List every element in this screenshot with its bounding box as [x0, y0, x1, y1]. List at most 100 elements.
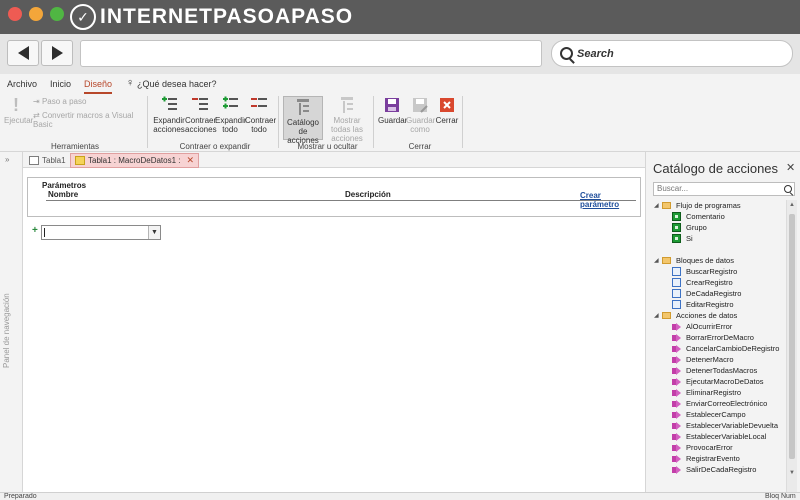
- menu-archivo[interactable]: Archivo: [7, 79, 37, 89]
- list-item[interactable]: EjecutarMacroDeDatos: [672, 376, 764, 387]
- tab-tabla1-label: Tabla1: [42, 156, 66, 165]
- expand-all-icon: [221, 96, 239, 114]
- expand-triangle-icon[interactable]: ◢: [654, 257, 662, 264]
- category-acciones-datos[interactable]: ◢ Acciones de datos: [654, 310, 737, 321]
- item-label: EstablecerCampo: [686, 410, 746, 419]
- list-item[interactable]: CrearRegistro: [672, 277, 733, 288]
- catalog-search-input[interactable]: Buscar...: [653, 182, 795, 196]
- collapse-actions-icon: [191, 96, 209, 114]
- menu-inicio[interactable]: Inicio: [50, 79, 71, 89]
- ejecutar-button[interactable]: ! Ejecutar: [4, 96, 33, 125]
- expandir-todo-button[interactable]: Expandir todo: [215, 96, 247, 134]
- address-bar[interactable]: [80, 40, 542, 67]
- close-tab-icon[interactable]: ✕: [187, 155, 195, 166]
- chevron-down-icon[interactable]: ▼: [148, 226, 160, 239]
- contraer-todo-button[interactable]: Contraer todo: [245, 96, 277, 134]
- column-nombre: Nombre: [48, 190, 79, 199]
- browser-search-box[interactable]: Search: [551, 40, 793, 67]
- catalogo-acciones-button[interactable]: Catálogo de acciones: [283, 96, 323, 145]
- list-item[interactable]: Si: [672, 233, 693, 244]
- data-block-icon: [672, 267, 681, 276]
- list-item[interactable]: ProvocarError: [672, 442, 733, 453]
- list-item[interactable]: DeCadaRegistro: [672, 288, 741, 299]
- add-action-combobox[interactable]: ▼: [41, 225, 161, 240]
- list-item[interactable]: EstablecerCampo: [672, 409, 746, 420]
- data-action-icon: [672, 399, 681, 408]
- item-label: RegistrarEvento: [686, 454, 740, 463]
- guardar-button[interactable]: Guardar: [378, 96, 408, 125]
- scrollbar-thumb[interactable]: [789, 214, 795, 459]
- navigation-pane[interactable]: » Panel de navegación: [0, 152, 23, 492]
- list-item[interactable]: AlOcurrirError: [672, 321, 732, 332]
- tell-me-input[interactable]: ¿Qué desea hacer?: [137, 79, 217, 89]
- save-as-icon: [411, 96, 429, 114]
- guardar-label: Guardar: [378, 116, 408, 125]
- data-action-icon: [672, 377, 681, 386]
- program-flow-icon: [672, 212, 681, 221]
- list-item[interactable]: EliminarRegistro: [672, 387, 741, 398]
- contraer-acciones-button[interactable]: Contraer acciones: [185, 96, 217, 134]
- folder-icon: [662, 202, 671, 209]
- maximize-window-button[interactable]: [50, 7, 64, 21]
- forward-button[interactable]: [41, 40, 73, 66]
- catalog-scrollbar[interactable]: ▲ ▼: [786, 200, 797, 492]
- category-flujo-programas[interactable]: ◢ Flujo de programas: [654, 200, 741, 211]
- list-item[interactable]: BuscarRegistro: [672, 266, 737, 277]
- parameters-title: Parámetros: [42, 181, 87, 190]
- item-label: EstablecerVariableLocal: [686, 432, 767, 441]
- folder-icon: [662, 257, 671, 264]
- data-action-icon: [672, 421, 681, 430]
- category-bloques-datos[interactable]: ◢ Bloques de datos: [654, 255, 734, 266]
- status-text: Preparado: [4, 493, 37, 500]
- scroll-up-icon[interactable]: ▲: [789, 202, 795, 208]
- ribbon-separator: [278, 96, 279, 148]
- search-icon[interactable]: [784, 185, 792, 193]
- convertir-macros-button[interactable]: ⇄ Convertir macros a Visual Basic: [33, 111, 148, 129]
- expandir-acciones-button[interactable]: Expandir acciones: [153, 96, 185, 134]
- item-label: EstablecerVariableDevuelta: [686, 421, 778, 430]
- list-item[interactable]: EnviarCorreoElectrónico: [672, 398, 767, 409]
- tab-macro-de-datos[interactable]: Tabla1 : MacroDeDatos1 : ✕: [70, 153, 200, 168]
- list-item[interactable]: CancelarCambioDeRegistro: [672, 343, 779, 354]
- save-icon: [383, 96, 401, 114]
- tab-tabla1[interactable]: Tabla1: [25, 153, 70, 168]
- data-block-icon: [672, 300, 681, 309]
- list-item[interactable]: Grupo: [672, 222, 707, 233]
- category-label: Bloques de datos: [676, 256, 734, 265]
- menu-diseno[interactable]: Diseño: [84, 79, 113, 94]
- back-button[interactable]: [7, 40, 39, 66]
- list-item[interactable]: Comentario: [672, 211, 725, 222]
- close-catalog-icon[interactable]: ✕: [786, 161, 795, 174]
- scroll-down-icon[interactable]: ▼: [789, 470, 795, 476]
- expandir-todo-label: Expandir todo: [215, 116, 247, 134]
- mostrar-todas-button[interactable]: Mostrar todas las acciones: [324, 96, 370, 143]
- item-label: EjecutarMacroDeDatos: [686, 377, 764, 386]
- item-label: BuscarRegistro: [686, 267, 738, 276]
- chevron-right-icon[interactable]: »: [5, 155, 9, 164]
- ribbon-menu-bar: Archivo Inicio Diseño ♀ ¿Qué desea hacer…: [0, 74, 800, 94]
- data-action-icon: [672, 322, 681, 331]
- guardar-como-button[interactable]: Guardar como: [406, 96, 436, 134]
- paso-a-paso-button[interactable]: ⇥ Paso a paso: [33, 97, 143, 106]
- expand-triangle-icon[interactable]: ◢: [654, 202, 662, 209]
- list-item[interactable]: EditarRegistro: [672, 299, 734, 310]
- data-action-icon: [672, 410, 681, 419]
- list-item[interactable]: SalirDeCadaRegistro: [672, 464, 756, 475]
- item-label: EliminarRegistro: [686, 388, 742, 397]
- expand-triangle-icon[interactable]: ◢: [654, 312, 662, 319]
- cerrar-button[interactable]: Cerrar: [435, 96, 459, 125]
- list-item[interactable]: DetenerTodasMacros: [672, 365, 757, 376]
- list-item[interactable]: EstablecerVariableLocal: [672, 431, 766, 442]
- num-lock-indicator: Bloq Num: [765, 493, 796, 500]
- ejecutar-label: Ejecutar: [4, 116, 34, 125]
- close-window-button[interactable]: [8, 7, 22, 21]
- contraer-todo-label: Contraer todo: [245, 116, 277, 134]
- list-item[interactable]: RegistrarEvento: [672, 453, 740, 464]
- list-item[interactable]: BorrarErrorDeMacro: [672, 332, 754, 343]
- expandir-acciones-label: Expandir acciones: [153, 116, 185, 134]
- list-item[interactable]: EstablecerVariableDevuelta: [672, 420, 778, 431]
- parameters-block: Parámetros Nombre Descripción Crear pará…: [27, 177, 641, 217]
- minimize-window-button[interactable]: [29, 7, 43, 21]
- guardar-como-label: Guardar como: [406, 116, 436, 134]
- list-item[interactable]: DetenerMacro: [672, 354, 734, 365]
